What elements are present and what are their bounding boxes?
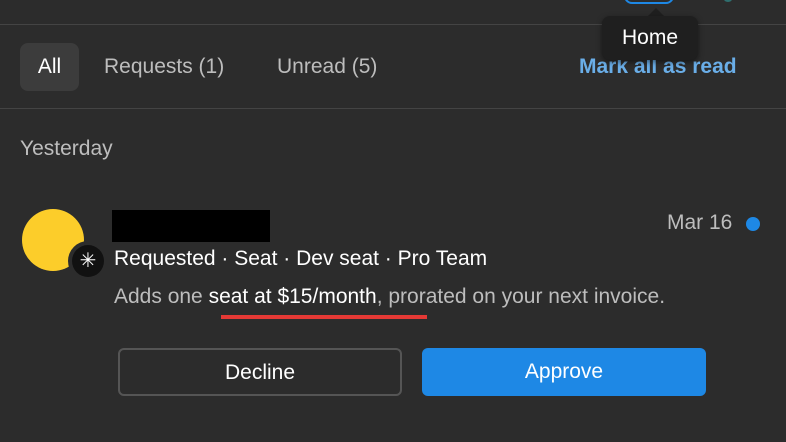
notification-date: Mar 16: [667, 211, 733, 234]
redacted-user-name: [112, 210, 270, 242]
decline-button[interactable]: Decline: [118, 348, 402, 396]
profile-icon[interactable]: [724, 0, 732, 2]
unread-indicator: [746, 217, 760, 231]
section-heading: Yesterday: [20, 137, 113, 160]
notification-summary: Requested · Seat · Dev seat · Pro Team: [114, 247, 488, 270]
avatar-badge: ✳: [68, 241, 108, 281]
description-suffix: , prorated on your next invoice.: [376, 285, 666, 308]
asterisk-icon: ✳: [72, 245, 104, 277]
tab-requests[interactable]: Requests (1): [104, 43, 224, 91]
annotation-underline: [221, 315, 427, 319]
tab-all[interactable]: All: [20, 43, 79, 91]
home-tooltip: Home: [602, 16, 698, 60]
description-price: seat at $15/month: [208, 285, 377, 308]
tooltip-arrow: [648, 8, 664, 16]
home-icon[interactable]: [624, 0, 674, 4]
description-prefix: Adds one: [114, 285, 209, 308]
approve-button[interactable]: Approve: [422, 348, 706, 396]
tab-unread[interactable]: Unread (5): [277, 43, 377, 91]
notification-description: Adds one seat at $15/month, prorated on …: [114, 285, 665, 309]
